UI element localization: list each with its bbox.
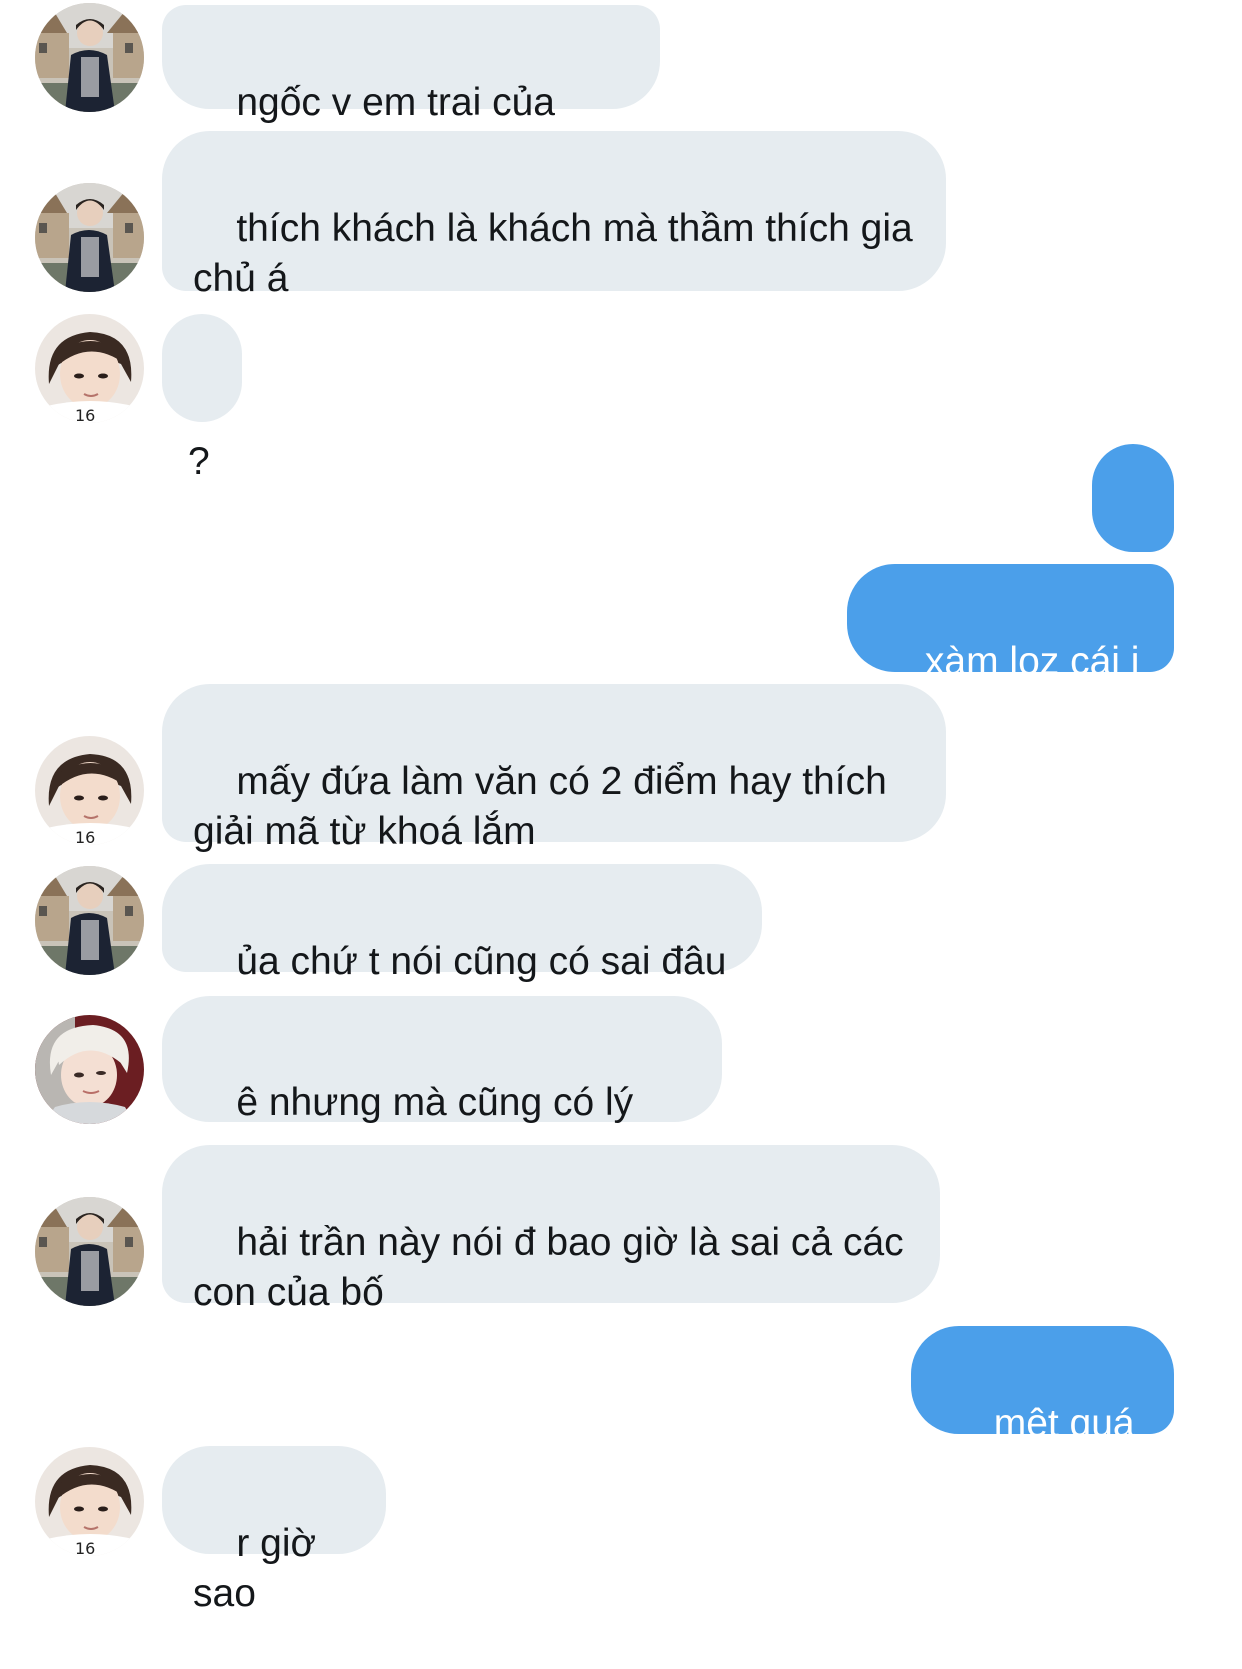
avatar[interactable] <box>35 1447 144 1556</box>
avatar[interactable] <box>35 3 144 112</box>
avatar[interactable] <box>35 1197 144 1306</box>
message-text: ? <box>188 440 210 483</box>
message-text: hải trần này nói đ bao giờ là sai cả các… <box>193 1221 915 1314</box>
message-text: mệt quá đi <box>993 1402 1146 1495</box>
incoming-message-bubble[interactable]: ủa chứ t nói cũng có sai đâu <box>162 864 762 983</box>
message-text: xàm loz cái j z <box>924 640 1151 733</box>
outgoing-message-bubble[interactable]: ? <box>1092 444 1174 613</box>
incoming-message-bubble[interactable]: mấy đứa làm văn có 2 điểm hay thích giải… <box>162 684 946 853</box>
incoming-message-bubble[interactable]: ê nhưng mà cũng có lý <box>162 996 722 1268</box>
avatar[interactable] <box>35 866 144 975</box>
message-text: mấy đứa làm văn có 2 điểm hay thích giải… <box>193 760 898 853</box>
avatar[interactable] <box>35 736 144 845</box>
incoming-message-bubble[interactable]: r giờ sao <box>162 1446 386 1615</box>
incoming-message-bubble[interactable]: ngốc v em trai của anh <box>162 5 660 174</box>
message-text: ủa chứ t nói cũng có sai đâu <box>236 940 727 983</box>
avatar[interactable] <box>35 1015 144 1124</box>
avatar[interactable] <box>35 183 144 292</box>
message-text: r giờ sao <box>193 1522 327 1615</box>
outgoing-message-bubble[interactable]: xàm loz cái j z <box>847 564 1174 733</box>
incoming-message-bubble[interactable]: hải trần này nói đ bao giờ là sai cả các… <box>162 1145 940 1314</box>
outgoing-message-bubble[interactable]: mệt quá đi <box>911 1326 1174 1495</box>
incoming-message-bubble[interactable]: thích khách là khách mà thầm thích gia c… <box>162 131 946 300</box>
message-text: thích khách là khách mà thầm thích gia c… <box>193 207 924 300</box>
message-text: ê nhưng mà cũng có lý <box>236 1081 634 1124</box>
avatar[interactable] <box>35 314 144 423</box>
incoming-message-bubble[interactable]: ? <box>162 314 242 483</box>
